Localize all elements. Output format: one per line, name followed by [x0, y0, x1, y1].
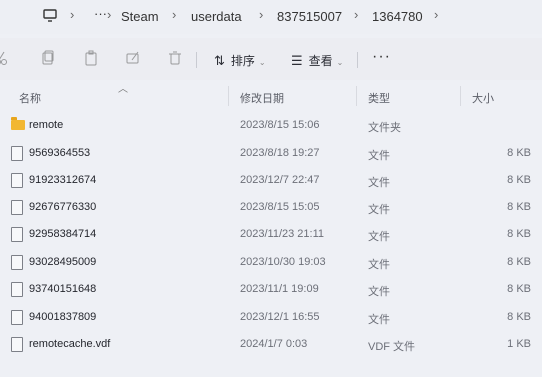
file-icon	[11, 146, 23, 161]
file-modified: 2023/12/7 22:47	[240, 174, 320, 186]
column-divider[interactable]	[356, 86, 357, 106]
file-type: VDF 文件	[368, 341, 416, 353]
view-list-icon: ☰	[291, 53, 303, 68]
file-size: 8 KB	[507, 256, 531, 268]
chevron-down-icon: ⌄	[336, 58, 344, 67]
delete-icon[interactable]	[168, 50, 182, 66]
sort-button[interactable]: ⇅ 排序 ⌄	[214, 52, 266, 69]
copy-icon[interactable]	[41, 50, 55, 66]
monitor-icon[interactable]	[43, 9, 57, 23]
file-icon	[11, 282, 23, 297]
sort-label: 排序	[230, 54, 255, 68]
file-type: 文件	[368, 150, 390, 162]
file-size: 8 KB	[507, 174, 531, 186]
file-name: 91923312674	[29, 174, 97, 186]
file-size: 8 KB	[507, 283, 531, 295]
column-size[interactable]: 大小	[472, 90, 494, 106]
address-bar[interactable]: › ··· › Steam › userdata › 837515007 › 1…	[0, 0, 542, 34]
list-item[interactable]: 91923312674 2023/12/7 22:47 文件 8 KB	[0, 168, 542, 195]
file-modified: 2023/11/1 19:09	[240, 283, 319, 295]
chevron-right-icon: ›	[354, 7, 359, 22]
list-item[interactable]: 9569364553 2023/8/18 19:27 文件 8 KB	[0, 141, 542, 168]
file-modified: 2023/8/15 15:06	[240, 119, 320, 131]
file-name: 92958384714	[29, 228, 97, 240]
file-modified: 2024/1/7 0:03	[240, 338, 308, 350]
column-name[interactable]: 名称	[19, 90, 41, 106]
file-size: 8 KB	[507, 147, 531, 159]
list-item[interactable]: 93740151648 2023/11/1 19:09 文件 8 KB	[0, 277, 542, 304]
file-modified: 2023/10/30 19:03	[240, 256, 326, 268]
file-icon	[11, 173, 23, 188]
rename-icon[interactable]	[126, 50, 140, 66]
chevron-right-icon: ›	[172, 7, 177, 22]
file-modified: 2023/12/1 16:55	[240, 311, 320, 323]
list-item[interactable]: 92676776330 2023/8/15 15:05 文件 8 KB	[0, 195, 542, 222]
file-type: 文件夹	[368, 122, 401, 134]
command-bar: ⇅ 排序 ⌄ ☰ 查看 ⌄ ···	[0, 38, 542, 80]
file-icon	[11, 310, 23, 325]
sort-icon: ⇅	[214, 53, 225, 68]
file-icon	[11, 255, 23, 270]
paste-icon[interactable]	[84, 50, 98, 66]
file-type: 文件	[368, 231, 390, 243]
breadcrumb-userid[interactable]: 837515007	[277, 9, 342, 24]
file-icon	[11, 337, 23, 352]
file-type: 文件	[368, 204, 390, 216]
view-button[interactable]: ☰ 查看 ⌄	[291, 52, 343, 69]
column-divider[interactable]	[228, 86, 229, 106]
cut-icon[interactable]	[0, 50, 8, 66]
chevron-right-icon: ›	[70, 7, 75, 22]
column-header: ︿ 名称 修改日期 类型 大小	[0, 80, 542, 108]
file-name: remotecache.vdf	[29, 338, 111, 350]
list-item[interactable]: remotecache.vdf 2024/1/7 0:03 VDF 文件 1 K…	[0, 332, 542, 359]
list-item[interactable]: 94001837809 2023/12/1 16:55 文件 8 KB	[0, 305, 542, 332]
file-name: 9569364553	[29, 147, 91, 159]
toolbar-divider	[357, 52, 358, 68]
file-size: 1 KB	[507, 338, 531, 350]
file-icon	[11, 227, 23, 242]
breadcrumb-steam[interactable]: Steam	[121, 9, 159, 24]
file-name: 92676776330	[29, 201, 97, 213]
folder-icon	[11, 117, 25, 130]
view-label: 查看	[308, 54, 333, 68]
toolbar-divider	[196, 52, 197, 68]
column-divider[interactable]	[460, 86, 461, 106]
column-modified[interactable]: 修改日期	[240, 90, 284, 106]
file-type: 文件	[368, 177, 390, 189]
column-type[interactable]: 类型	[368, 90, 390, 106]
more-options-button[interactable]: ···	[372, 48, 391, 66]
file-name: 93740151648	[29, 283, 97, 295]
file-modified: 2023/8/15 15:05	[240, 201, 320, 213]
file-size: 8 KB	[507, 201, 531, 213]
list-item-folder[interactable]: remote 2023/8/15 15:06 文件夹	[0, 113, 542, 140]
chevron-down-icon: ⌄	[258, 58, 266, 67]
list-item[interactable]: 92958384714 2023/11/23 21:11 文件 8 KB	[0, 222, 542, 249]
file-modified: 2023/8/18 19:27	[240, 147, 320, 159]
chevron-right-icon: ›	[107, 7, 112, 22]
file-name: 93028495009	[29, 256, 97, 268]
sort-ascending-icon: ︿	[118, 84, 128, 95]
breadcrumb-userdata[interactable]: userdata	[191, 9, 242, 24]
file-modified: 2023/11/23 21:11	[240, 228, 325, 240]
file-type: 文件	[368, 259, 390, 271]
file-size: 8 KB	[507, 311, 531, 323]
file-size: 8 KB	[507, 228, 531, 240]
file-icon	[11, 200, 23, 215]
file-name: 94001837809	[29, 311, 97, 323]
file-type: 文件	[368, 314, 390, 326]
file-name: remote	[29, 119, 64, 131]
chevron-right-icon: ›	[259, 7, 264, 22]
breadcrumb-appid[interactable]: 1364780	[372, 9, 423, 24]
file-type: 文件	[368, 286, 390, 298]
chevron-right-icon: ›	[434, 7, 439, 22]
list-item[interactable]: 93028495009 2023/10/30 19:03 文件 8 KB	[0, 250, 542, 277]
breadcrumb-more[interactable]: ···	[94, 6, 107, 21]
